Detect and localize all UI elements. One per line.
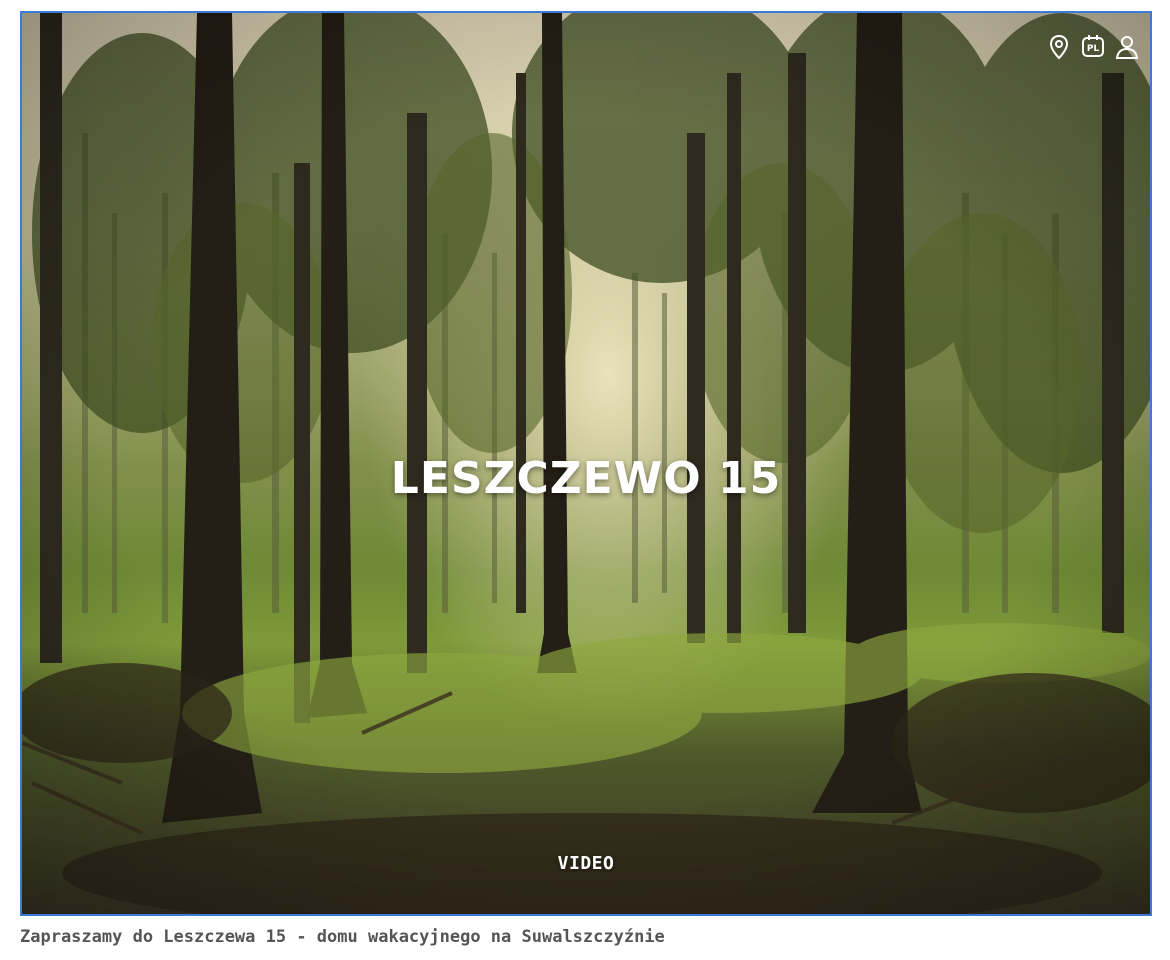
video-button-label: VIDEO (557, 853, 615, 874)
location-pin-icon (1049, 34, 1069, 60)
hero-title: LESZCZEWO 15 (390, 453, 782, 504)
hero-banner: LESZCZEWO 15 VIDEO PL (20, 11, 1152, 916)
user-icon (1115, 36, 1139, 59)
language-button[interactable]: PL (1080, 33, 1106, 61)
language-icon: PL (1082, 35, 1104, 57)
page: LESZCZEWO 15 VIDEO PL Zapraszamy do Lesz… (0, 0, 1170, 960)
account-button[interactable] (1114, 33, 1140, 61)
language-code: PL (1087, 44, 1100, 54)
video-button[interactable]: VIDEO (22, 851, 1150, 876)
page-caption: Zapraszamy do Leszczewa 15 - domu wakacy… (20, 927, 665, 947)
header-icon-bar: PL (1046, 33, 1140, 61)
location-button[interactable] (1046, 33, 1072, 61)
